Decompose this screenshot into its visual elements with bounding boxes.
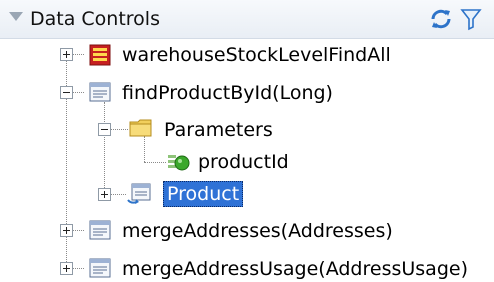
method-icon xyxy=(89,82,111,102)
panel-title: Data Controls xyxy=(30,8,160,30)
tree-item-label-selected: Product xyxy=(163,181,244,207)
panel-header: Data Controls xyxy=(0,0,494,39)
collapse-icon[interactable] xyxy=(98,123,111,136)
tree-item-label: Parameters xyxy=(164,119,273,141)
return-object-icon xyxy=(127,183,151,204)
stacked-bars-icon xyxy=(89,44,111,66)
refresh-icon[interactable] xyxy=(428,6,454,32)
method-icon xyxy=(89,220,111,240)
collapse-triangle-icon[interactable] xyxy=(9,12,23,21)
expand-icon[interactable] xyxy=(98,188,111,201)
tree-item-label: warehouseStockLevelFindAll xyxy=(122,44,391,66)
collapse-icon[interactable] xyxy=(60,86,73,99)
tree-item-label: productId xyxy=(198,151,289,173)
folder-icon xyxy=(129,118,152,138)
tree-item-label: findProductById(Long) xyxy=(122,82,333,104)
tree-item-label: mergeAddressUsage(AddressUsage) xyxy=(122,258,468,280)
expand-icon[interactable] xyxy=(60,48,73,61)
expand-icon[interactable] xyxy=(60,262,73,275)
method-icon xyxy=(89,258,111,278)
expand-icon[interactable] xyxy=(60,224,73,237)
tree-item-label: mergeAddresses(Addresses) xyxy=(122,220,393,242)
parameter-cube-icon xyxy=(167,152,190,172)
data-controls-tree: warehouseStockLevelFindAll findProductBy… xyxy=(0,38,494,280)
filter-icon[interactable] xyxy=(458,6,484,32)
